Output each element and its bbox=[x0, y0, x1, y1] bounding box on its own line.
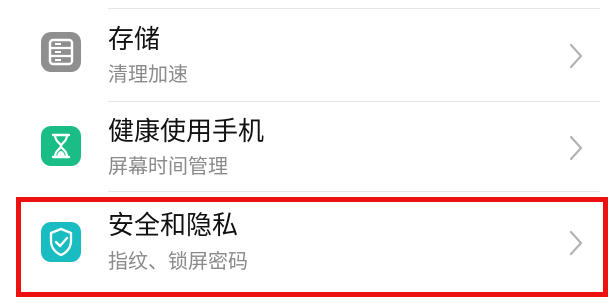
hourglass-icon bbox=[51, 133, 71, 159]
divider-top bbox=[108, 8, 600, 9]
shield-icon-tile bbox=[41, 222, 81, 262]
hourglass-icon-tile bbox=[41, 126, 81, 166]
chevron-right-icon bbox=[569, 135, 583, 161]
settings-item-security-privacy[interactable]: 安全和隐私 指纹、锁屏密码 bbox=[0, 196, 614, 288]
chevron-right-icon bbox=[569, 230, 583, 256]
settings-item-storage[interactable]: 存储 清理加速 bbox=[0, 10, 614, 102]
chevron-right-icon bbox=[569, 43, 583, 69]
shield-check-icon bbox=[49, 227, 73, 257]
divider bbox=[108, 191, 600, 192]
settings-item-title: 健康使用手机 bbox=[108, 117, 265, 147]
settings-item-title: 存储 bbox=[108, 25, 161, 55]
settings-item-subtitle: 屏幕时间管理 bbox=[108, 154, 228, 178]
storage-icon bbox=[48, 38, 74, 66]
settings-item-subtitle: 清理加速 bbox=[108, 62, 188, 86]
settings-item-digital-balance[interactable]: 健康使用手机 屏幕时间管理 bbox=[0, 102, 614, 194]
settings-item-subtitle: 指纹、锁屏密码 bbox=[108, 249, 248, 273]
settings-item-title: 安全和隐私 bbox=[108, 211, 239, 241]
storage-icon-tile bbox=[41, 32, 81, 72]
